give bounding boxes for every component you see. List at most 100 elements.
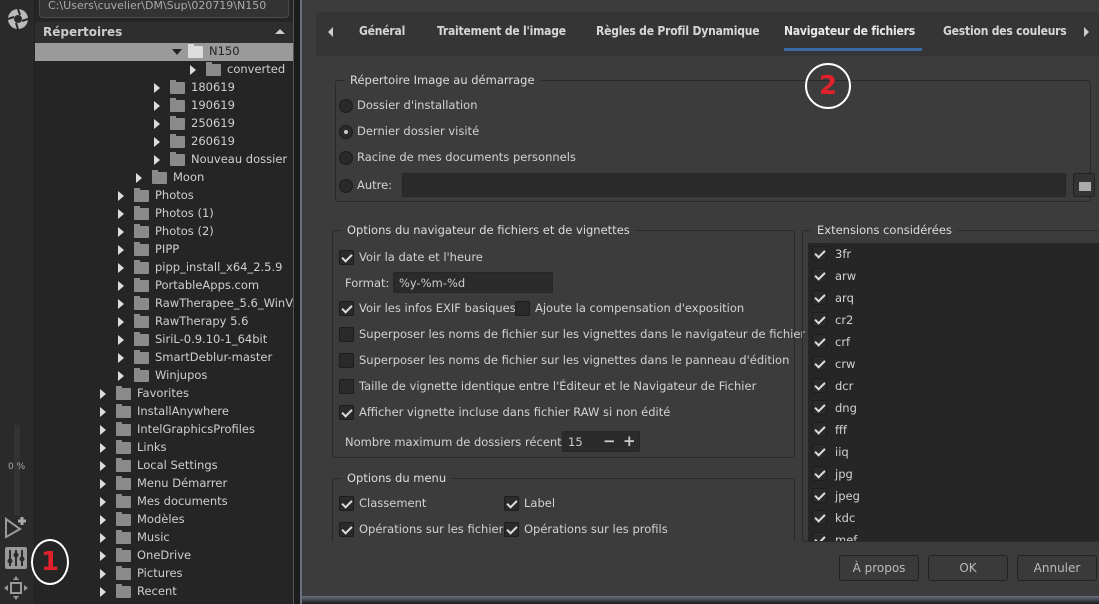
expand-arrow-icon[interactable] bbox=[118, 281, 124, 291]
tree-item[interactable]: converted bbox=[35, 61, 293, 79]
extension-item[interactable]: fff bbox=[808, 419, 1098, 441]
radio-documents-root[interactable] bbox=[339, 151, 353, 165]
tree-item[interactable]: Mes documents bbox=[35, 493, 293, 511]
tree-item[interactable]: Recent bbox=[35, 583, 293, 601]
expand-arrow-icon[interactable] bbox=[100, 533, 106, 543]
expand-arrow-icon[interactable] bbox=[100, 407, 106, 417]
extension-item[interactable]: jpg bbox=[808, 463, 1098, 485]
tree-item[interactable]: RawTherapy 5.6 bbox=[35, 313, 293, 331]
tree-item[interactable]: SmartDeblur-master bbox=[35, 349, 293, 367]
expand-arrow-icon[interactable] bbox=[118, 191, 124, 201]
tree-item[interactable]: Modèles bbox=[35, 511, 293, 529]
tree-item[interactable]: SiriL-0.9.10-1_64bit bbox=[35, 331, 293, 349]
exposure-comp-checkbox[interactable] bbox=[515, 301, 530, 316]
extension-item[interactable]: arq bbox=[808, 287, 1098, 309]
tree-item[interactable]: Pictures bbox=[35, 565, 293, 583]
expand-arrow-icon[interactable] bbox=[154, 83, 160, 93]
expand-arrow-icon[interactable] bbox=[118, 317, 124, 327]
extension-checkbox[interactable] bbox=[812, 422, 827, 437]
panel-splitter[interactable] bbox=[293, 0, 300, 604]
extension-item[interactable]: dng bbox=[808, 397, 1098, 419]
extension-item[interactable]: kdc bbox=[808, 507, 1098, 529]
expand-arrow-icon[interactable] bbox=[154, 155, 160, 165]
tree-item[interactable]: 190619 bbox=[35, 97, 293, 115]
extension-item[interactable]: 3fr bbox=[808, 243, 1098, 265]
tree-item[interactable]: N150 bbox=[35, 43, 293, 61]
expand-arrow-icon[interactable] bbox=[118, 263, 124, 273]
extension-item[interactable]: dcr bbox=[808, 375, 1098, 397]
tree-item[interactable]: Menu Démarrer bbox=[35, 475, 293, 493]
extension-checkbox[interactable] bbox=[812, 444, 827, 459]
same-thumb-size-checkbox[interactable] bbox=[339, 379, 354, 394]
expanded-arrow-icon[interactable] bbox=[172, 49, 182, 55]
extension-checkbox[interactable] bbox=[812, 400, 827, 415]
collapse-icon[interactable] bbox=[275, 29, 285, 34]
extension-item[interactable]: cr2 bbox=[808, 309, 1098, 331]
tree-item[interactable]: IntelGraphicsProfiles bbox=[35, 421, 293, 439]
expand-arrow-icon[interactable] bbox=[100, 569, 106, 579]
tree-item[interactable]: Winjupos bbox=[35, 367, 293, 385]
menu-profile-ops-checkbox[interactable] bbox=[504, 522, 519, 537]
extension-item[interactable]: crw bbox=[808, 353, 1098, 375]
tree-item[interactable]: Photos bbox=[35, 187, 293, 205]
expand-arrow-icon[interactable] bbox=[100, 461, 106, 471]
extension-item[interactable]: crf bbox=[808, 331, 1098, 353]
overlay-names-browser-checkbox[interactable] bbox=[339, 327, 354, 342]
expand-arrow-icon[interactable] bbox=[100, 515, 106, 525]
expand-arrow-icon[interactable] bbox=[118, 245, 124, 255]
expand-arrow-icon[interactable] bbox=[118, 209, 124, 219]
tree-item[interactable]: PIPP bbox=[35, 241, 293, 259]
tab-scroll-right-icon[interactable] bbox=[1084, 27, 1089, 37]
radio-other[interactable] bbox=[339, 179, 353, 193]
tree-item[interactable]: Moon bbox=[35, 169, 293, 187]
extension-checkbox[interactable] bbox=[812, 334, 827, 349]
tree-item[interactable]: RawTherapee_5.6_WinV... bbox=[35, 295, 303, 313]
tree-item[interactable]: InstallAnywhere bbox=[35, 403, 293, 421]
extension-checkbox[interactable] bbox=[812, 312, 827, 327]
radio-install-dir[interactable] bbox=[339, 99, 353, 113]
show-date-checkbox[interactable] bbox=[339, 250, 354, 265]
ok-button[interactable]: OK bbox=[928, 555, 1008, 581]
add-marker-icon[interactable] bbox=[4, 515, 28, 539]
expand-arrow-icon[interactable] bbox=[136, 173, 142, 183]
expand-arrow-icon[interactable] bbox=[100, 443, 106, 453]
tab-scroll-left-icon[interactable] bbox=[328, 27, 333, 37]
expand-arrow-icon[interactable] bbox=[118, 371, 124, 381]
tab-color-management[interactable]: Gestion des couleurs bbox=[943, 24, 1067, 38]
tab-file-browser[interactable]: Navigateur de fichiers bbox=[784, 24, 915, 38]
tree-item[interactable]: Photos (2) bbox=[35, 223, 293, 241]
expand-arrow-icon[interactable] bbox=[154, 137, 160, 147]
show-exif-checkbox[interactable] bbox=[339, 301, 354, 316]
tree-item[interactable]: 260619 bbox=[35, 133, 293, 151]
menu-label-checkbox[interactable] bbox=[504, 496, 519, 511]
move-arrows-icon[interactable] bbox=[4, 576, 28, 600]
menu-rank-checkbox[interactable] bbox=[339, 496, 354, 511]
tree-item[interactable]: 250619 bbox=[35, 115, 293, 133]
tree-item[interactable]: 180619 bbox=[35, 79, 293, 97]
extension-item[interactable]: mef bbox=[808, 529, 1098, 541]
tab-image-processing[interactable]: Traitement de l'image bbox=[437, 24, 566, 38]
expand-arrow-icon[interactable] bbox=[100, 497, 106, 507]
browse-folder-button[interactable] bbox=[1073, 173, 1095, 197]
extension-item[interactable]: jpeg bbox=[808, 485, 1098, 507]
menu-file-ops-checkbox[interactable] bbox=[339, 522, 354, 537]
directories-header[interactable]: Répertoires bbox=[35, 22, 293, 43]
extension-item[interactable]: arw bbox=[808, 265, 1098, 287]
expand-arrow-icon[interactable] bbox=[100, 425, 106, 435]
path-combobox[interactable]: C:\Users\cuvelier\DM\Sup\020719\N150 bbox=[39, 0, 289, 18]
extension-checkbox[interactable] bbox=[812, 290, 827, 305]
tree-item[interactable]: PortableApps.com bbox=[35, 277, 293, 295]
extension-checkbox[interactable] bbox=[812, 510, 827, 525]
tab-dynamic-profile-rules[interactable]: Règles de Profil Dynamique bbox=[596, 24, 760, 38]
tree-item[interactable]: Music bbox=[35, 529, 293, 547]
extension-checkbox[interactable] bbox=[812, 356, 827, 371]
extensions-list[interactable]: 3fr arw arq cr2 crf crw dcr dng fff iiq jpg jpeg kdc… bbox=[808, 243, 1099, 541]
expand-arrow-icon[interactable] bbox=[118, 335, 124, 345]
tree-item[interactable]: Favorites bbox=[35, 385, 293, 403]
expand-arrow-icon[interactable] bbox=[118, 353, 124, 363]
radio-last-visited[interactable] bbox=[339, 125, 353, 139]
extension-checkbox[interactable] bbox=[812, 488, 827, 503]
expand-arrow-icon[interactable] bbox=[154, 119, 160, 129]
extension-checkbox[interactable] bbox=[812, 268, 827, 283]
extension-checkbox[interactable] bbox=[812, 378, 827, 393]
